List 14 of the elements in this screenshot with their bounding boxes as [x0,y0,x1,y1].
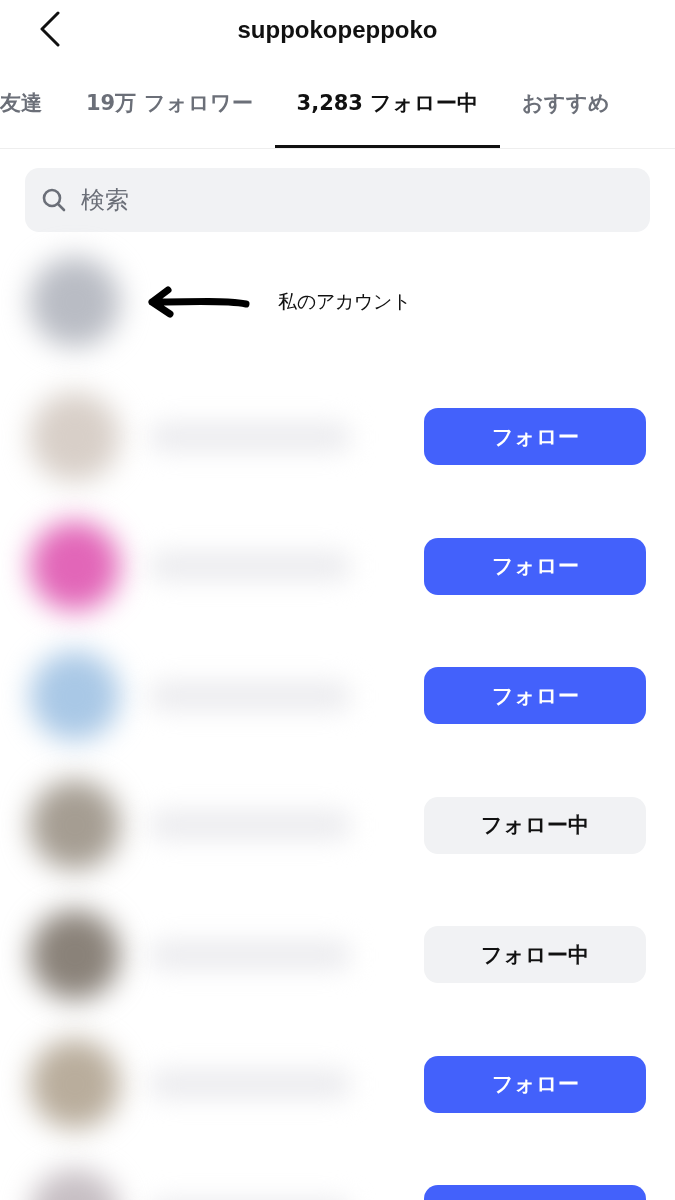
back-icon[interactable] [39,11,61,47]
search-field[interactable]: 検索 [25,168,650,232]
tab[interactable]: 友達 [0,60,64,148]
following-button[interactable]: フォロー中 [424,796,646,854]
follow-button[interactable]: フォロー [424,537,646,595]
follow-button[interactable]: フォロー [424,667,646,725]
tab[interactable]: 3,283 フォロー中 [274,60,501,148]
follow-button[interactable]: フォロー [424,1055,646,1113]
username-title: suppokopeppoko [237,16,438,44]
tab[interactable]: おすすめ [500,60,633,148]
tab[interactable]: 19万 フォロワー [64,60,275,148]
following-button[interactable]: フォロー中 [424,926,646,984]
follow-button[interactable]: フォロー [424,408,646,466]
annotation-text: 私のアカウント [278,289,411,314]
